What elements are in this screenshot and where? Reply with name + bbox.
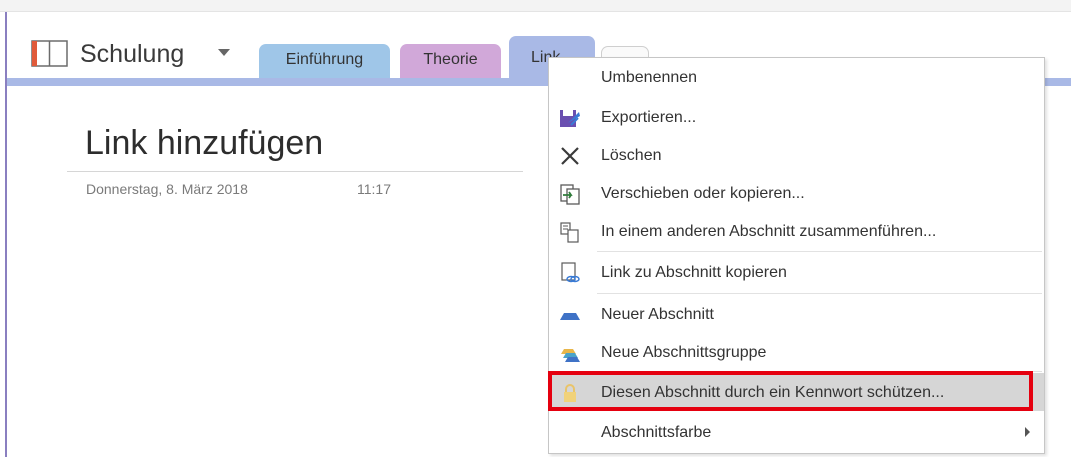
menu-item-neuer-abschnitt[interactable]: Neuer Abschnitt (549, 295, 1044, 333)
new-section-group-icon (561, 349, 580, 362)
delete-x-icon (561, 147, 579, 165)
menu-item-abschnittsfarbe[interactable]: Abschnittsfarbe (549, 413, 1044, 451)
menu-item-umbenennen[interactable]: Umbenennen (549, 58, 1044, 96)
menu-item-label: Neuer Abschnitt (601, 306, 714, 323)
tab-einfuehrung[interactable]: Einführung (259, 44, 390, 78)
title-divider (67, 171, 523, 172)
chevron-down-icon[interactable] (218, 49, 230, 56)
menu-item-label: Verschieben oder kopieren... (601, 185, 805, 202)
menu-item-label: Umbenennen (601, 69, 698, 86)
page-title[interactable]: Link hinzufügen (85, 121, 323, 165)
menu-item-link-kopieren[interactable]: Link zu Abschnitt kopieren (549, 253, 1044, 291)
menu-item-verschieben[interactable]: Verschieben oder kopieren... (549, 174, 1044, 212)
merge-icon (560, 222, 579, 243)
menu-separator (597, 251, 1042, 252)
menu-item-neue-abschnittsgruppe[interactable]: Neue Abschnittsgruppe (549, 333, 1044, 371)
export-icon (560, 110, 580, 127)
notebook-icon[interactable] (31, 38, 68, 68)
window-top-bar (0, 0, 1071, 12)
page-time: 11:17 (357, 181, 391, 197)
move-copy-icon (560, 184, 580, 205)
new-section-icon (560, 313, 580, 320)
menu-item-label: Löschen (601, 147, 662, 164)
menu-item-label: Neue Abschnittsgruppe (601, 344, 767, 361)
menu-item-label: Link zu Abschnitt kopieren (601, 264, 787, 281)
menu-item-label: Exportieren... (601, 109, 697, 126)
page-date: Donnerstag, 8. März 2018 (86, 181, 248, 197)
menu-item-label: In einem anderen Abschnitt zusammenführe… (601, 223, 937, 240)
notebook-title[interactable]: Schulung (80, 38, 184, 70)
tab-theorie[interactable]: Theorie (400, 44, 501, 78)
copy-link-icon (561, 262, 580, 283)
menu-separator (597, 293, 1042, 294)
red-highlight-annotation (548, 371, 1033, 411)
menu-item-label: Abschnittsfarbe (601, 424, 712, 441)
menu-item-zusammenfuehren[interactable]: In einem anderen Abschnitt zusammenführe… (549, 212, 1044, 250)
menu-item-exportieren[interactable]: Exportieren... (549, 98, 1044, 136)
menu-item-loeschen[interactable]: Löschen (549, 136, 1044, 174)
submenu-arrow-icon (1025, 427, 1030, 437)
